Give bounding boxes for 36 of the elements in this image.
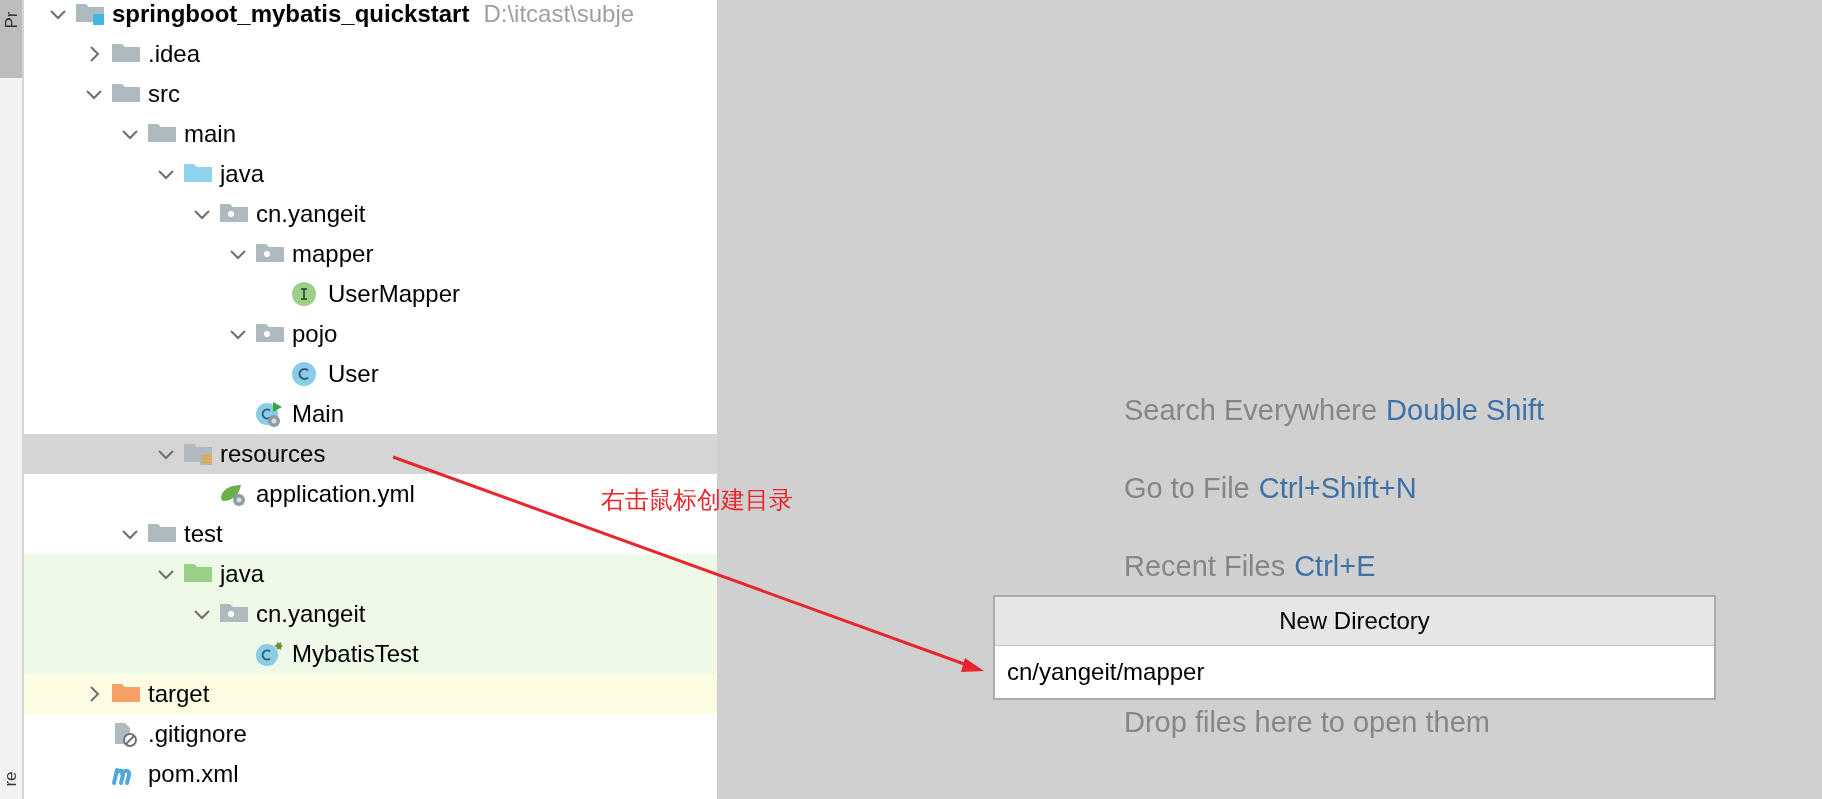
tree-item[interactable]: target bbox=[24, 674, 717, 714]
tree-item[interactable]: resources bbox=[24, 434, 717, 474]
tree-item[interactable]: User bbox=[24, 354, 379, 394]
tree-item[interactable]: java bbox=[24, 554, 717, 594]
hint-label: Search Everywhere bbox=[1124, 393, 1378, 427]
tree-item[interactable]: src bbox=[24, 74, 180, 114]
annotation-text: 右击鼠标创建目录 bbox=[601, 485, 793, 516]
tree-item[interactable]: cn.yangeit bbox=[24, 594, 717, 634]
popup-title: New Directory bbox=[995, 597, 1714, 646]
test-class-icon bbox=[255, 641, 285, 667]
folder-icon bbox=[75, 1, 105, 27]
tool-window-tab[interactable]: Pr bbox=[0, 0, 22, 78]
tree-item[interactable]: application.yml bbox=[24, 474, 415, 514]
hint-label: Drop files here to open them bbox=[1124, 705, 1490, 739]
tree-item[interactable]: pojo bbox=[24, 314, 338, 354]
directory-name-field[interactable]: cn/yangeit/mapper bbox=[995, 646, 1714, 698]
shortcut-label: Double Shift bbox=[1386, 393, 1545, 427]
tree-item[interactable]: .idea bbox=[24, 34, 201, 74]
tree-item[interactable]: MybatisTest bbox=[24, 634, 717, 674]
tree-item[interactable]: cn.yangeit bbox=[24, 194, 366, 234]
shortcut-label: Ctrl+E bbox=[1294, 549, 1376, 583]
hint-label: Go to File bbox=[1124, 471, 1250, 505]
tree-item[interactable]: pom.xml bbox=[24, 754, 239, 794]
tree-item[interactable]: main bbox=[24, 114, 237, 154]
tree-item[interactable]: springboot_mybatis_quickstart D:\itcast\subje bbox=[24, 0, 635, 34]
resources-folder-icon bbox=[183, 441, 213, 467]
project-path: D:\itcast\subje bbox=[483, 0, 635, 28]
tree-item[interactable]: mapper bbox=[24, 234, 374, 274]
tree-item[interactable]: test bbox=[24, 514, 223, 554]
tree-item[interactable]: UserMapper bbox=[24, 274, 461, 314]
tool-window-tab[interactable]: re bbox=[0, 759, 22, 799]
tree-item[interactable]: Main bbox=[24, 394, 345, 434]
shortcut-label: Ctrl+Shift+N bbox=[1258, 471, 1417, 505]
tree-item[interactable]: java bbox=[24, 154, 265, 194]
hint-label: Recent Files bbox=[1124, 549, 1286, 583]
tree-item[interactable]: .gitignore bbox=[24, 714, 247, 754]
